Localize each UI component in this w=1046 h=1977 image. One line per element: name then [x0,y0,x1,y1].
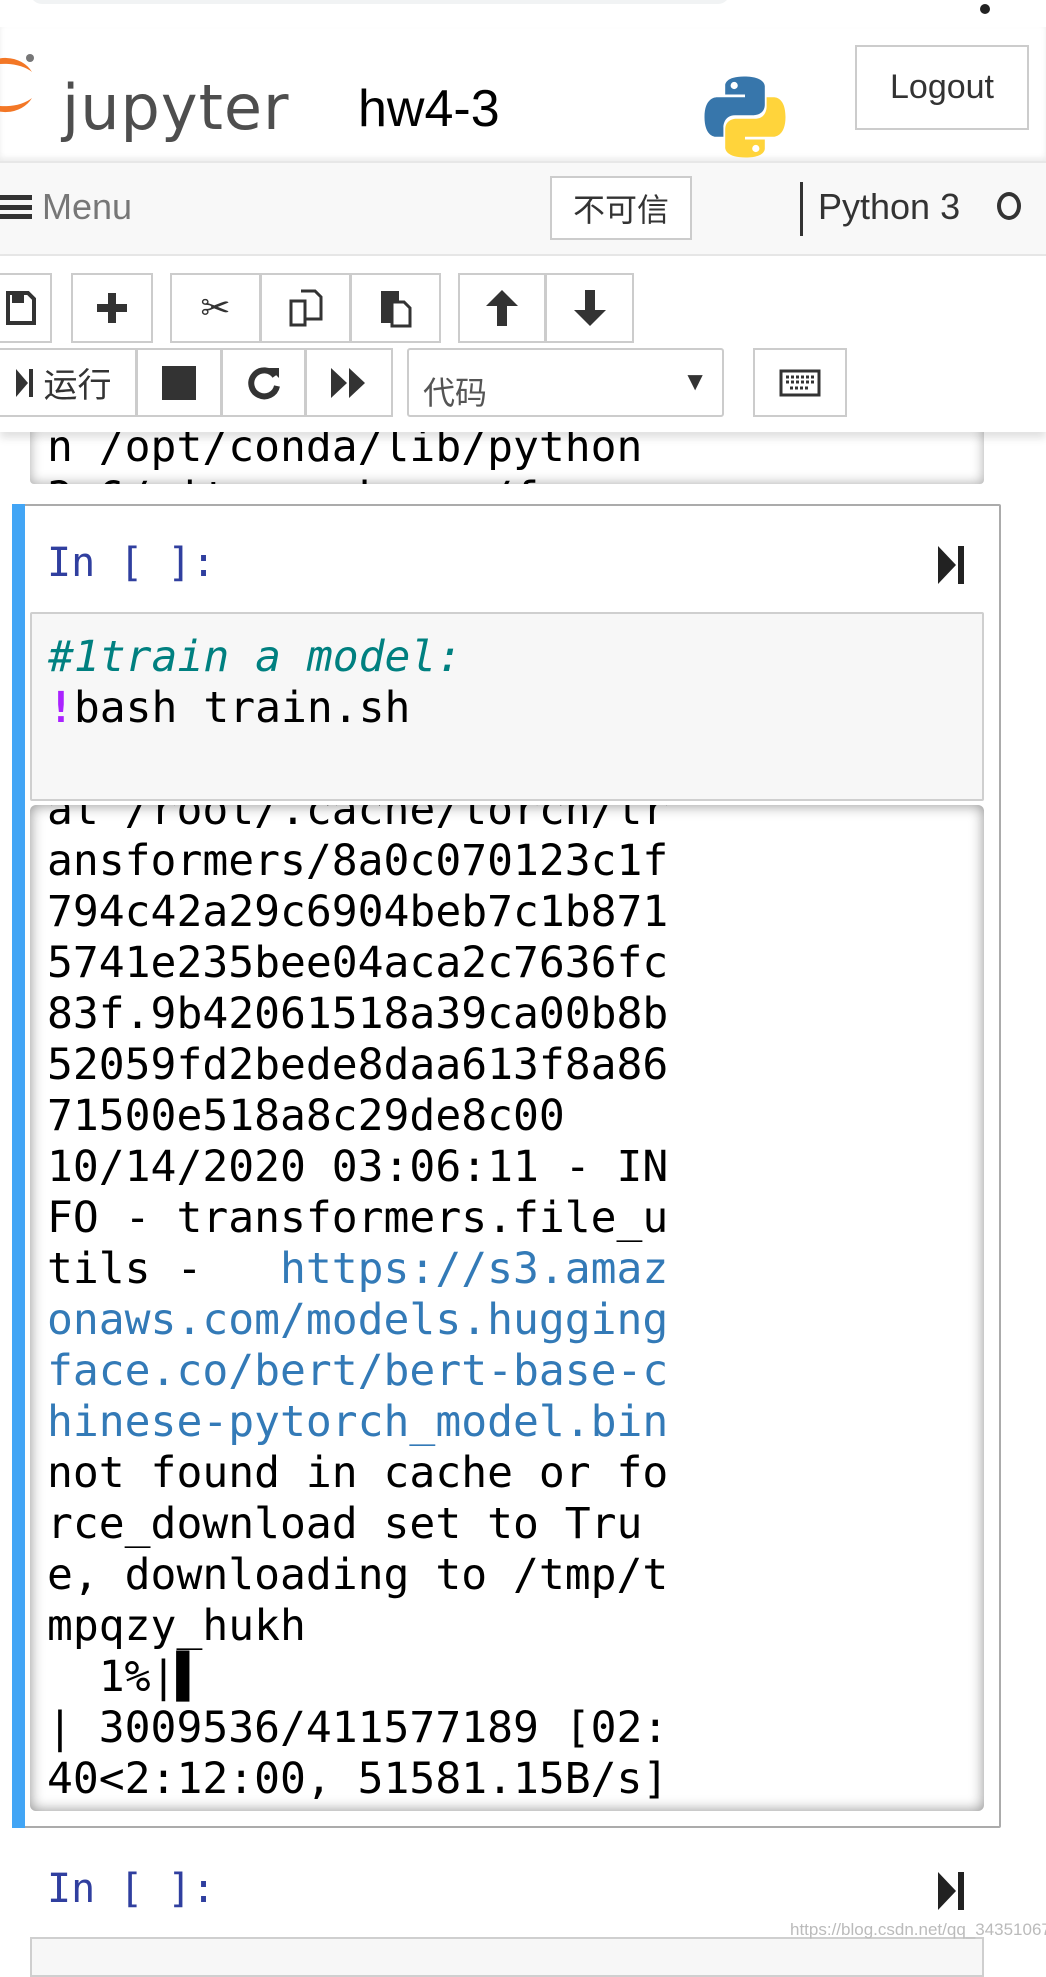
jupyter-logo-text[interactable]: jupyter [62,71,290,144]
input-prompt: In [ ]: [47,540,216,586]
kernel-idle-icon [997,192,1021,220]
output-line: 71500e518a8c29de8c00 [47,1091,565,1141]
trust-button[interactable]: 不可信 [550,176,692,240]
output-line: FO - transformers.file_u [47,1193,669,1243]
move-up-button[interactable] [458,273,546,343]
cell-type-value: 代码 [423,375,488,411]
restart-run-all-button[interactable] [306,348,393,417]
output-line: not found in cache or fo [47,1448,669,1498]
run-label: 运行 [43,367,112,405]
code-line: !bash train.sh [48,683,410,734]
save-icon [6,291,36,325]
logout-button[interactable]: Logout [855,45,1029,130]
restart-icon [247,366,280,399]
shell-command: bash train.sh [73,683,411,733]
output-line: 40<2:12:00, 51581.15B/s] [47,1754,669,1804]
cell-output: at /root/.cache/torch/tr ansformers/8a0c0… [30,805,984,1811]
output-text: tils - [47,1244,280,1294]
watermark: https://blog.csdn.net/qq_34351067 [790,1920,1046,1939]
cell-type-select[interactable]: 代码 ▼ [407,348,724,417]
fast-forward-icon [331,367,365,398]
cell-selection-bar [12,504,25,1828]
status-bar [0,0,1046,27]
paste-button[interactable] [351,273,441,343]
code-comment: #1train a model: [48,632,463,682]
output-line: 794c42a29c6904beb7c1b871 [47,887,669,937]
output-line: rce_download set to Tru [47,1499,643,1549]
output-line: 1%|▌ [47,1652,203,1702]
output-line: 5741e235bee04aca2c7636fc [47,938,669,988]
output-line: at /root/.cache/torch/tr [47,805,669,835]
stop-icon [162,365,196,400]
menu-label: Menu [42,186,133,227]
python-logo-icon [704,76,786,158]
shell-bang: ! [48,683,74,733]
output-line: tils - https://s3.amaz [47,1244,668,1295]
output-line: hinese-pytorch_model.bin [47,1397,668,1448]
restart-button[interactable] [222,348,306,417]
run-cell-icon[interactable] [938,546,964,584]
paste-icon [380,291,411,328]
hamburger-icon [0,195,32,219]
cut-icon: ✂ [200,287,231,328]
move-down-button[interactable] [546,273,634,343]
run-cell-icon[interactable] [938,1872,964,1910]
header: jupyter hw4-3 Logout [0,27,1046,161]
model-url-link[interactable]: face.co/bert/bert-base-c [47,1346,668,1396]
output-line: face.co/bert/bert-base-c [47,1346,668,1397]
toolbar: ✂ 运行 代码 ▼ [0,256,1046,432]
next-input-prompt: In [ ]: [47,1866,216,1912]
output-line: ansformers/8a0c070123c1f [47,836,669,886]
save-button[interactable] [0,273,52,343]
interrupt-button[interactable] [137,348,222,417]
divider [800,182,803,236]
next-code-input[interactable] [30,1937,984,1977]
url-bar[interactable] [30,0,730,4]
menu-button[interactable]: Menu [0,186,132,228]
dropdown-arrow-icon: ▼ [682,366,708,396]
keyboard-shortcuts-button[interactable] [753,348,847,417]
output-line: onaws.com/models.hugging [47,1295,668,1346]
model-url-link[interactable]: onaws.com/models.hugging [47,1295,668,1345]
kernel-name: Python 3 [818,186,961,227]
output-line: 52059fd2bede8daa613f8a86 [47,1040,669,1090]
copy-button[interactable] [261,273,351,343]
output-line: mpqzy_hukh [47,1601,306,1651]
output-line: 10/14/2020 03:06:11 - IN [47,1142,669,1192]
output-line: 3.6/site-packages/f [47,473,539,484]
plus-icon [97,293,127,323]
run-icon [15,368,33,397]
output-line: | 3009536/411577189 [02: [47,1703,669,1753]
jupyter-logo-icon [0,54,34,113]
status-dot [980,4,990,14]
keyboard-icon [779,369,821,396]
model-url-link[interactable]: hinese-pytorch_model.bin [47,1397,668,1447]
code-input[interactable]: #1train a model: !bash train.sh [30,612,984,801]
run-button[interactable]: 运行 [0,348,137,417]
model-url-link[interactable]: https://s3.amaz [280,1244,668,1294]
arrow-up-icon [486,290,518,326]
output-line: e, downloading to /tmp/t [47,1550,669,1600]
cut-button[interactable]: ✂ [170,273,261,343]
arrow-down-icon [573,290,606,326]
notebook-title[interactable]: hw4-3 [358,79,500,139]
copy-icon [289,289,322,327]
insert-cell-button[interactable] [71,273,153,343]
output-line: 83f.9b42061518a39ca00b8b [47,989,669,1039]
